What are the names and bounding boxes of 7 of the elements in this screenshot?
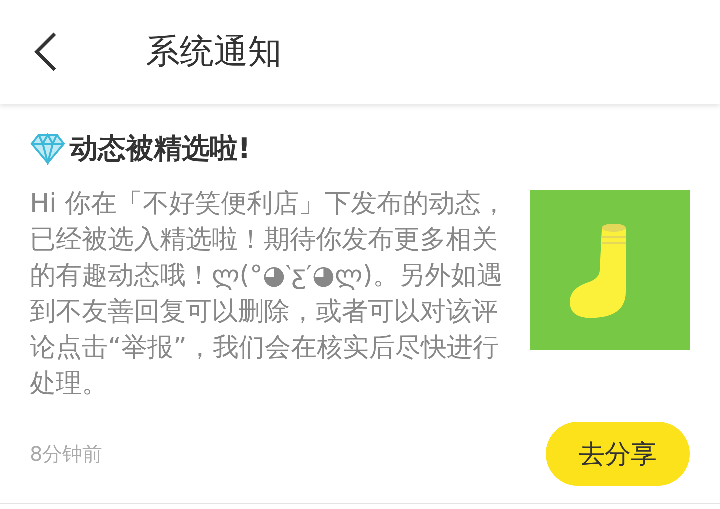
diamond-icon (30, 133, 66, 165)
back-icon (33, 32, 59, 72)
share-button[interactable]: 去分享 (546, 422, 690, 486)
notice-title: 动态被精选啦! (70, 131, 251, 167)
notice-message: Hi 你在「不好笑便利店」下发布的动态，已经被选入精选啦！期待你发布更多相关的有趣动态哦！ლ(°◕‵ƹ′◕ლ)。另外如遇到不友善回复可以删除，或者可以对该评论点击“举报”，我们会在核实后尽快进行处理。 (30, 188, 508, 401)
page-title: 系统通知 (146, 31, 282, 74)
timestamp: 8分钟前 (30, 440, 103, 468)
